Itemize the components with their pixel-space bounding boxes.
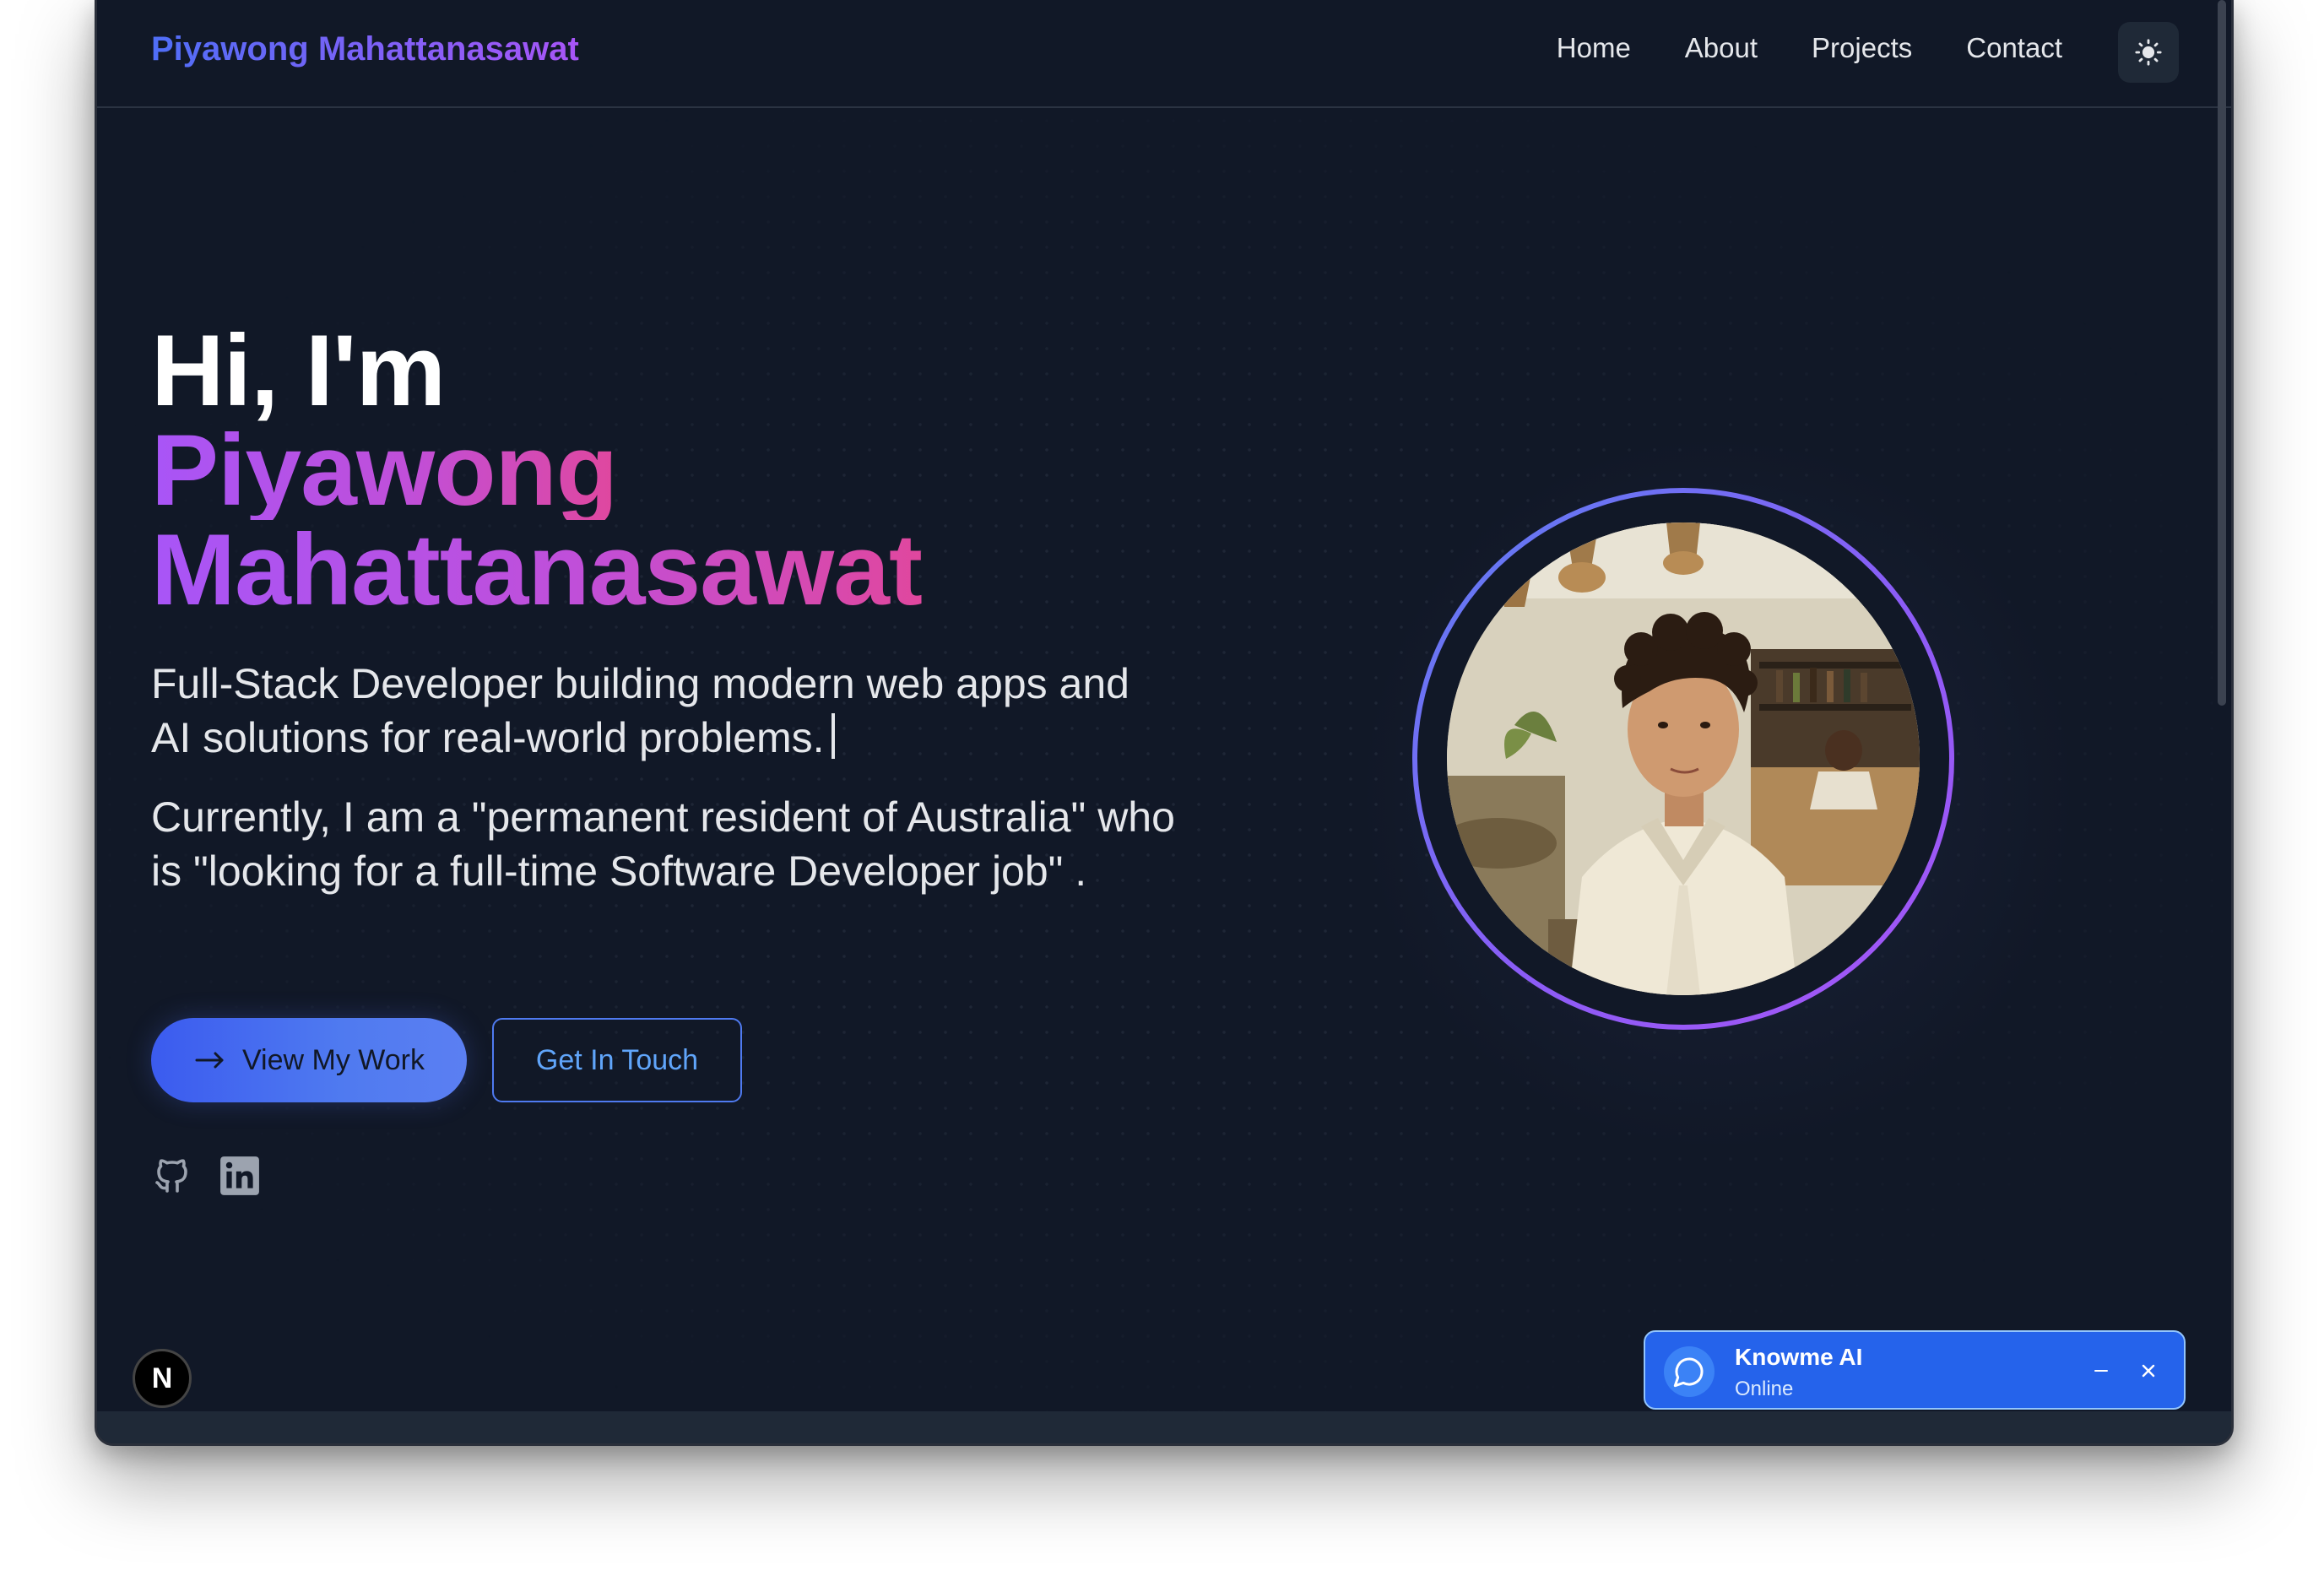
theme-toggle-button[interactable]	[2118, 22, 2179, 83]
view-my-work-label: View My Work	[241, 1043, 425, 1076]
profile-photo-inner	[1417, 493, 1949, 1025]
hero-status: Currently, I am a "permanent resident of…	[151, 793, 1175, 895]
nav-link-projects[interactable]: Projects	[1812, 32, 1912, 64]
linkedin-icon	[220, 1156, 259, 1195]
hero-name-last: Mahattanasawat	[151, 513, 923, 626]
chat-minimize-button[interactable]	[2084, 1354, 2118, 1388]
close-icon	[2142, 1364, 2155, 1378]
nav-link-contact[interactable]: Contact	[1966, 32, 2062, 64]
view-my-work-button[interactable]: View My Work	[151, 1018, 467, 1102]
github-link[interactable]	[151, 1155, 193, 1197]
chat-title: Knowme AI	[1735, 1344, 1863, 1370]
navbar: Piyawong Mahattanasawat Home About Proje…	[97, 0, 2231, 108]
hero-subtitle: Full-Stack Developer building modern web…	[151, 657, 1164, 765]
sun-icon	[2135, 39, 2162, 66]
chat-widget[interactable]: Knowme AI Online	[1644, 1330, 2186, 1410]
brand-logo-link[interactable]: Piyawong Mahattanasawat	[151, 30, 579, 68]
nav-links: Home About Projects Contact	[1557, 32, 2062, 64]
social-links	[151, 1155, 261, 1197]
typing-caret	[831, 713, 835, 759]
profile-photo	[1447, 522, 1920, 995]
profile-photo-frame	[1412, 488, 1954, 1030]
get-in-touch-label: Get In Touch	[535, 1043, 699, 1076]
nav-link-about[interactable]: About	[1685, 32, 1758, 64]
browser-window: Piyawong Mahattanasawat Home About Proje…	[95, 0, 2234, 1446]
chat-status: Online	[1735, 1378, 1794, 1400]
hero-subtitle-text: Full-Stack Developer building modern web…	[151, 660, 1129, 761]
chat-avatar	[1664, 1346, 1715, 1397]
github-icon	[155, 1159, 187, 1193]
minimize-icon	[2094, 1370, 2108, 1372]
chat-bubble-icon	[1673, 1357, 1704, 1388]
nav-link-home[interactable]: Home	[1557, 32, 1631, 64]
get-in-touch-button[interactable]: Get In Touch	[492, 1018, 742, 1102]
hero-section: Hi, I'm Piyawong Mahattanasawat Full-Sta…	[151, 314, 1249, 898]
arrow-right-icon	[195, 1052, 224, 1069]
page-scrollbar[interactable]	[2218, 0, 2226, 706]
next-section-edge	[97, 1411, 2231, 1443]
profile-photo-illustration	[1447, 522, 1920, 995]
chat-close-button[interactable]	[2132, 1354, 2165, 1388]
nextjs-dev-badge[interactable]: N	[133, 1349, 192, 1408]
hero-greeting: Hi, I'm	[151, 314, 446, 427]
hero-name-first: Piyawong	[151, 414, 618, 527]
linkedin-link[interactable]	[219, 1155, 261, 1197]
